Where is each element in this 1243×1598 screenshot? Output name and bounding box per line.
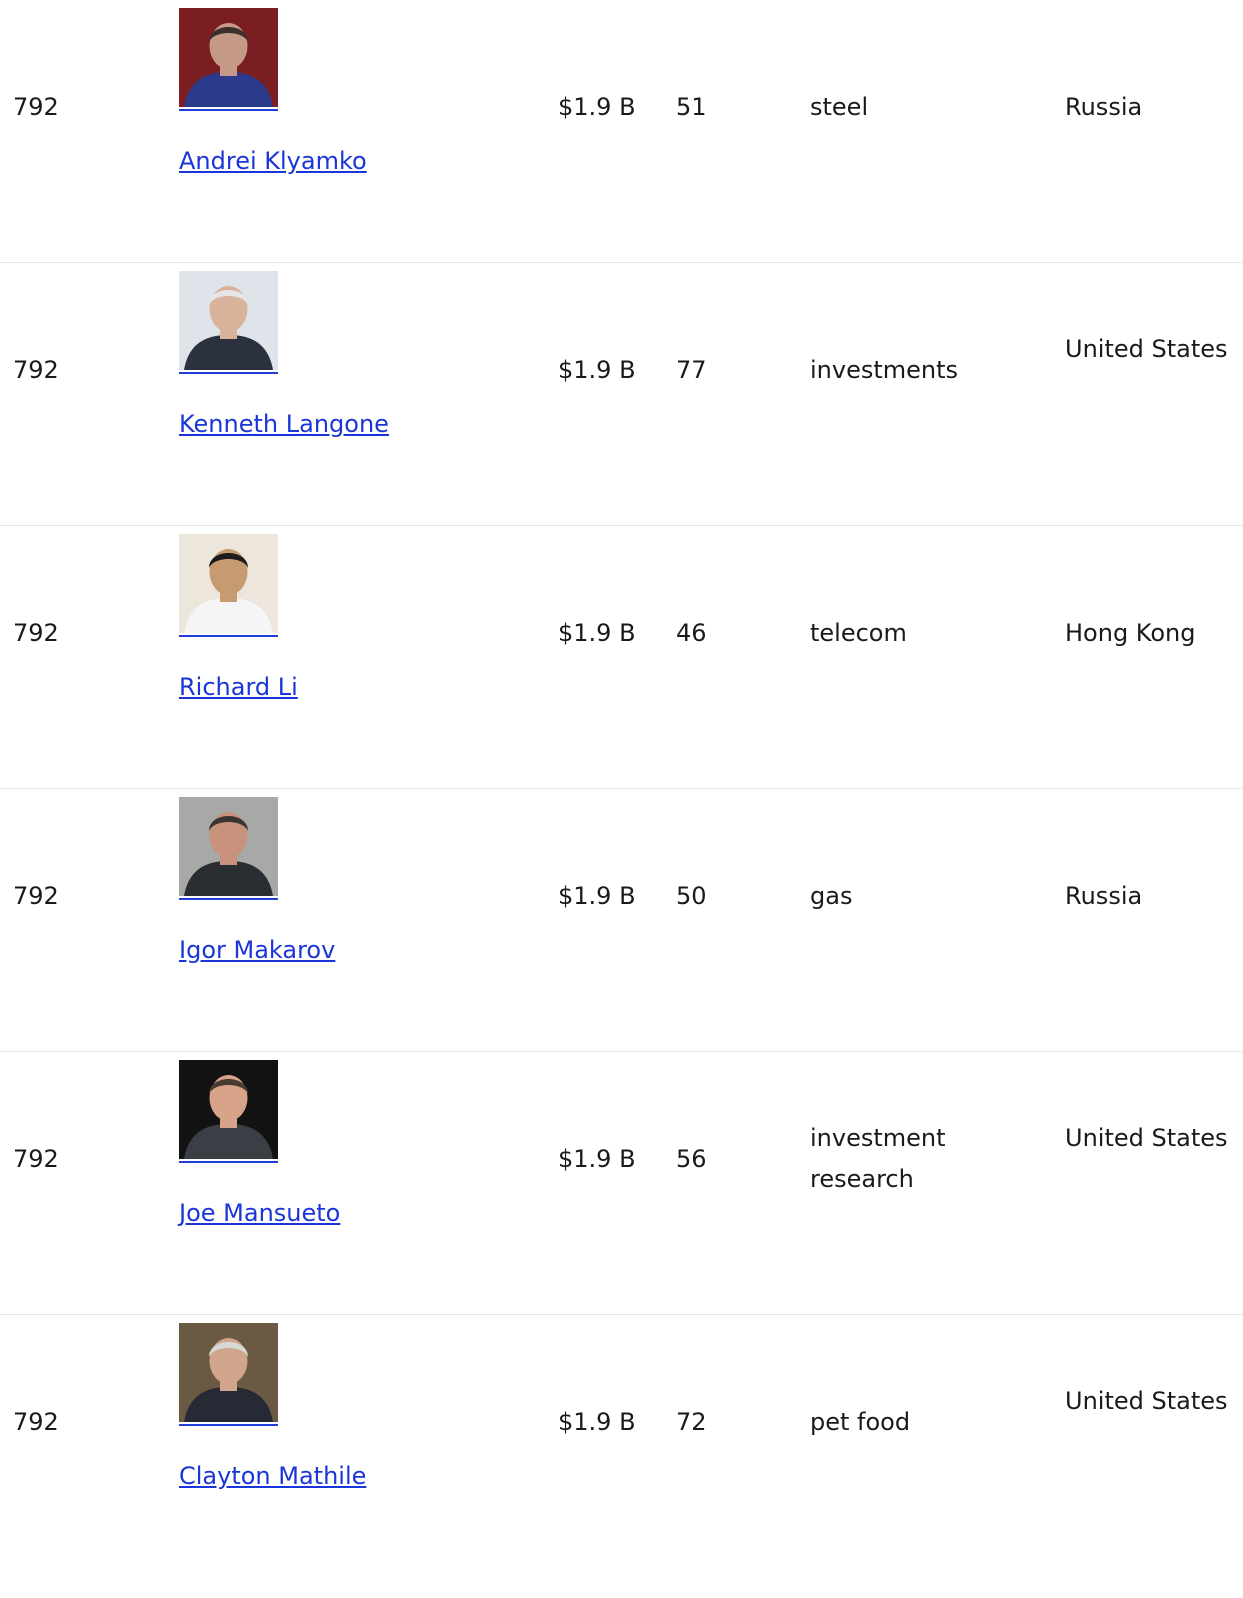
source-cell: investment research bbox=[810, 1124, 946, 1193]
age-cell: 46 bbox=[676, 619, 707, 647]
age-cell: 50 bbox=[676, 882, 707, 910]
country-cell: Russia bbox=[1065, 93, 1143, 121]
table-row: 792 Kenneth Langone $1.9 B 77 investment… bbox=[0, 263, 1243, 526]
net-worth-cell: $1.9 B bbox=[558, 619, 636, 647]
rank-cell: 792 bbox=[13, 882, 59, 910]
net-worth-cell: $1.9 B bbox=[558, 1408, 636, 1436]
person-name-link[interactable]: Richard Li bbox=[179, 667, 298, 708]
profile-photo bbox=[179, 1323, 278, 1422]
rank-cell: 792 bbox=[13, 619, 59, 647]
person-name-link[interactable]: Joe Mansueto bbox=[179, 1193, 340, 1234]
rank-cell: 792 bbox=[13, 93, 59, 121]
source-cell: gas bbox=[810, 882, 853, 910]
profile-photo-link[interactable] bbox=[179, 534, 278, 637]
age-cell: 72 bbox=[676, 1408, 707, 1436]
profile-photo bbox=[179, 797, 278, 896]
person-name-link[interactable]: Andrei Klyamko bbox=[179, 141, 367, 182]
source-cell: investments bbox=[810, 356, 959, 384]
person-name-link[interactable]: Clayton Mathile bbox=[179, 1456, 366, 1497]
person-name-link[interactable]: Igor Makarov bbox=[179, 930, 335, 971]
country-cell: Hong Kong bbox=[1065, 619, 1196, 647]
table-row: 792 Richard Li $1.9 B 46 telecom Hong Ko… bbox=[0, 526, 1243, 789]
net-worth-cell: $1.9 B bbox=[558, 356, 636, 384]
profile-photo bbox=[179, 1060, 278, 1159]
source-cell: telecom bbox=[810, 619, 907, 647]
country-cell: United States bbox=[1065, 1387, 1228, 1415]
rank-cell: 792 bbox=[13, 356, 59, 384]
profile-photo bbox=[179, 271, 278, 370]
profile-photo bbox=[179, 534, 278, 633]
country-cell: United States bbox=[1065, 335, 1228, 363]
country-cell: Russia bbox=[1065, 882, 1143, 910]
rank-cell: 792 bbox=[13, 1145, 59, 1173]
profile-photo-link[interactable] bbox=[179, 1323, 278, 1426]
table-row: 792 Joe Mansueto $1.9 B 56 investment re… bbox=[0, 1052, 1243, 1315]
billionaires-table: 792 Andrei Klyamko $1.9 B 51 steel Russi… bbox=[0, 0, 1243, 1578]
table-row: 792 Igor Makarov $1.9 B 50 gas Russia bbox=[0, 789, 1243, 1052]
source-cell: steel bbox=[810, 93, 869, 121]
net-worth-cell: $1.9 B bbox=[558, 882, 636, 910]
net-worth-cell: $1.9 B bbox=[558, 93, 636, 121]
age-cell: 77 bbox=[676, 356, 707, 384]
profile-photo-link[interactable] bbox=[179, 797, 278, 900]
profile-photo-link[interactable] bbox=[179, 271, 278, 374]
country-cell: United States bbox=[1065, 1124, 1228, 1152]
person-name-link[interactable]: Kenneth Langone bbox=[179, 404, 389, 445]
profile-photo-link[interactable] bbox=[179, 1060, 278, 1163]
profile-photo bbox=[179, 8, 278, 107]
source-cell: pet food bbox=[810, 1408, 911, 1436]
age-cell: 51 bbox=[676, 93, 707, 121]
net-worth-cell: $1.9 B bbox=[558, 1145, 636, 1173]
rank-cell: 792 bbox=[13, 1408, 59, 1436]
table-row: 792 Andrei Klyamko $1.9 B 51 steel Russi… bbox=[0, 0, 1243, 263]
table-row: 792 Clayton Mathile $1.9 B 72 pet food U… bbox=[0, 1315, 1243, 1578]
profile-photo-link[interactable] bbox=[179, 8, 278, 111]
age-cell: 56 bbox=[676, 1145, 707, 1173]
